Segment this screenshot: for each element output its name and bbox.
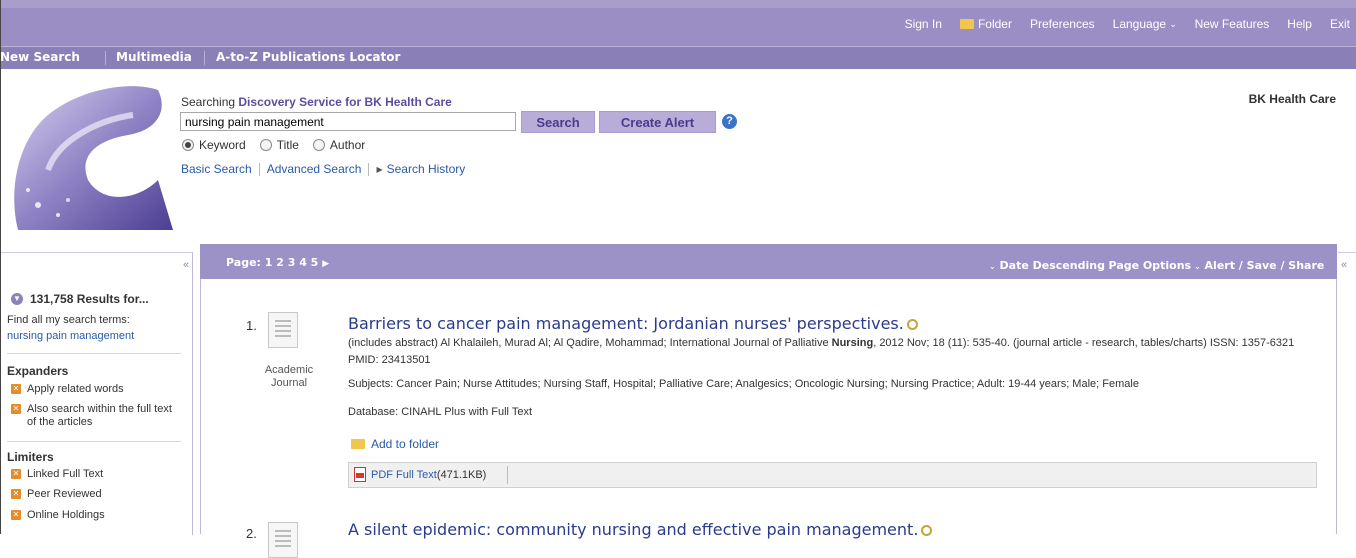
nav-bar: New Search Multimedia A-to-Z Publication… (0, 46, 1356, 69)
new-features-link[interactable]: New Features (1195, 17, 1270, 31)
expander-full-text[interactable]: ✕ Also search within the full text of the… (11, 403, 176, 429)
remove-icon: ✕ (11, 510, 21, 520)
right-strip (1338, 252, 1356, 535)
preview-magnifier-icon[interactable] (921, 525, 933, 536)
top-links: Sign In Folder Preferences Language ⌄ New… (887, 17, 1350, 31)
divider (507, 466, 508, 484)
collapse-left-icon[interactable]: « (183, 259, 189, 271)
add-to-folder-link[interactable]: Add to folder (351, 437, 439, 451)
search-input[interactable] (180, 112, 516, 131)
page-options-menu[interactable]: ⌄ Page Options (1098, 259, 1191, 272)
search-field-options: Keyword Title Author (182, 138, 379, 152)
remove-icon: ✕ (11, 469, 21, 479)
result-number: 1. (246, 318, 257, 333)
nav-divider (204, 51, 205, 65)
nav-divider (105, 51, 106, 65)
sign-in-link[interactable]: Sign In (905, 17, 942, 31)
divider (7, 441, 181, 442)
full-text-bar (348, 462, 1317, 488)
limiter-linked-full-text[interactable]: ✕ Linked Full Text (11, 468, 103, 481)
divider (7, 353, 181, 354)
radio-author[interactable]: Author (312, 138, 365, 152)
pdf-icon (354, 467, 366, 482)
search-mode-links: Basic Search Advanced Search ▶ Search Hi… (181, 162, 465, 176)
database-link[interactable]: Discovery Service for BK Health Care (238, 95, 451, 109)
limiter-peer-reviewed[interactable]: ✕ Peer Reviewed (11, 488, 102, 501)
folder-link[interactable]: Folder (959, 17, 1012, 31)
result-subjects: Subjects: Cancer Pain; Nurse Attitudes; … (348, 378, 1139, 390)
sort-menu[interactable]: ⌄ Date Descending (989, 259, 1105, 272)
create-alert-button[interactable]: Create Alert (599, 111, 716, 133)
chevron-down-icon: ⌄ (1194, 262, 1201, 271)
alert-save-share-menu[interactable]: ⌄ Alert / Save / Share (1194, 259, 1324, 272)
limiters-title: Limiters (7, 450, 54, 464)
triangle-right-icon: ▶ (376, 164, 383, 174)
radio-title[interactable]: Title (259, 138, 299, 152)
preferences-link[interactable]: Preferences (1030, 17, 1095, 31)
search-history-link[interactable]: Search History (387, 162, 466, 176)
expanders-title: Expanders (7, 364, 69, 378)
chevron-down-icon: ⌄ (989, 262, 996, 271)
language-menu[interactable]: Language ⌄ (1113, 17, 1177, 31)
folder-icon (959, 19, 974, 29)
document-icon[interactable] (268, 522, 298, 558)
search-terms-link[interactable]: nursing pain management (7, 330, 134, 342)
folder-icon (351, 439, 365, 449)
remove-icon: ✕ (11, 384, 21, 394)
next-page-icon[interactable]: ▶ (322, 259, 329, 269)
remove-icon: ✕ (11, 489, 21, 499)
basic-search-link[interactable]: Basic Search (181, 162, 252, 176)
find-all-label: Find all my search terms: (7, 314, 130, 326)
chevron-down-icon: ⌄ (1098, 262, 1105, 271)
nav-new-search[interactable]: New Search (0, 50, 80, 64)
document-icon[interactable] (268, 312, 298, 348)
advanced-search-link[interactable]: Advanced Search (267, 162, 362, 176)
chevron-down-icon: ⌄ (1169, 18, 1177, 29)
result-title[interactable]: Barriers to cancer pain management: Jord… (348, 314, 918, 333)
circle-chevron-icon: ▼ (11, 293, 23, 305)
organization-name: BK Health Care (1248, 92, 1336, 106)
radio-keyword[interactable]: Keyword (182, 138, 246, 152)
result-title[interactable]: A silent epidemic: community nursing and… (348, 520, 933, 539)
preview-magnifier-icon[interactable] (906, 319, 918, 330)
searching-line: Searching Discovery Service for BK Healt… (181, 95, 452, 109)
publication-type: Academic Journal (264, 364, 314, 389)
site-logo (14, 86, 173, 230)
result-citation: (includes abstract) Al Khalaileh, Murad … (348, 337, 1295, 366)
expander-related-words[interactable]: ✕ Apply related words (11, 383, 124, 396)
help-icon[interactable]: ? (722, 114, 737, 129)
pdf-full-text-link[interactable]: PDF Full Text (471.1KB) (354, 467, 486, 482)
pagination[interactable]: Page: 1 2 3 4 5 ▶ (226, 256, 329, 269)
remove-icon: ✕ (11, 404, 21, 414)
exit-link[interactable]: Exit (1330, 17, 1350, 31)
help-link[interactable]: Help (1287, 17, 1312, 31)
result-database: Database: CINAHL Plus with Full Text (348, 406, 533, 418)
nav-multimedia[interactable]: Multimedia (116, 50, 192, 64)
results-count[interactable]: ▼ 131,758 Results for... (11, 292, 149, 306)
nav-publications-locator[interactable]: A-to-Z Publications Locator (216, 50, 400, 64)
limiter-online-holdings[interactable]: ✕ Online Holdings (11, 509, 105, 522)
collapse-right-icon[interactable]: « (1341, 259, 1347, 271)
search-button[interactable]: Search (521, 111, 595, 133)
